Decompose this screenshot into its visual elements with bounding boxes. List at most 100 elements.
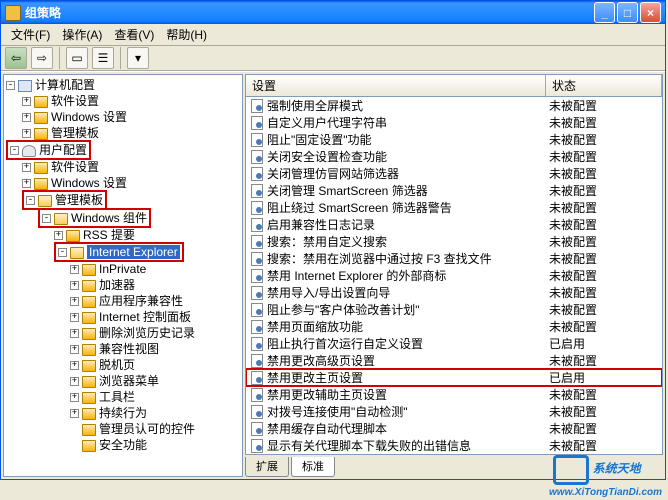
expand-icon[interactable]: +	[70, 281, 79, 290]
list-item[interactable]: 阻止绕过 SmartScreen 筛选器警告未被配置	[246, 199, 662, 216]
tree-node[interactable]: 工具栏	[99, 390, 135, 404]
folder-icon	[82, 408, 96, 420]
col-state[interactable]: 状态	[546, 75, 662, 96]
expand-icon[interactable]: +	[70, 329, 79, 338]
list-item[interactable]: 阻止参与"客户体验改善计划"未被配置	[246, 301, 662, 318]
expand-icon[interactable]: +	[22, 113, 31, 122]
list-item[interactable]: 关闭管理 SmartScreen 筛选器未被配置	[246, 182, 662, 199]
tree-node[interactable]: 计算机配置	[35, 78, 95, 92]
expand-icon[interactable]: +	[70, 377, 79, 386]
setting-name: 禁用更改主页设置	[267, 369, 549, 386]
tab-extended[interactable]: 扩展	[245, 457, 289, 477]
expand-icon[interactable]: +	[70, 313, 79, 322]
tree-node[interactable]: 删除浏览历史记录	[99, 326, 195, 340]
setting-state: 未被配置	[549, 437, 662, 454]
list-item[interactable]: 禁用页面缩放功能未被配置	[246, 318, 662, 335]
tree-node-user[interactable]: 用户配置	[39, 143, 87, 157]
list-item[interactable]: 禁用更改辅助主页设置未被配置	[246, 386, 662, 403]
policy-icon	[250, 269, 264, 283]
expand-icon[interactable]: +	[22, 97, 31, 106]
expand-icon[interactable]: +	[70, 393, 79, 402]
expand-icon[interactable]: +	[70, 297, 79, 306]
menu-file[interactable]: 文件(F)	[5, 24, 56, 45]
setting-state: 未被配置	[549, 318, 662, 335]
tree-node[interactable]: Windows 设置	[51, 176, 127, 190]
policy-icon	[250, 133, 264, 147]
expand-icon[interactable]: -	[26, 196, 35, 205]
setting-state: 未被配置	[549, 267, 662, 284]
expand-icon[interactable]: +	[70, 345, 79, 354]
tree-node[interactable]: RSS 提要	[83, 228, 135, 242]
list-item[interactable]: 禁用 Internet Explorer 的外部商标未被配置	[246, 267, 662, 284]
list-item[interactable]: 关闭安全设置检查功能未被配置	[246, 148, 662, 165]
expand-icon[interactable]: -	[58, 248, 67, 257]
list-item[interactable]: 启用兼容性日志记录未被配置	[246, 216, 662, 233]
expand-icon[interactable]: -	[6, 81, 15, 90]
expand-icon[interactable]: -	[42, 214, 51, 223]
minimize-button[interactable]: _	[594, 2, 615, 23]
list-item[interactable]: 自定义用户代理字符串未被配置	[246, 114, 662, 131]
menu-view[interactable]: 查看(V)	[108, 24, 160, 45]
filter-icon[interactable]: ▾	[127, 47, 149, 69]
expand-icon[interactable]: +	[22, 129, 31, 138]
tree-node-templates[interactable]: 管理模板	[55, 193, 103, 207]
setting-name: 禁用页面缩放功能	[267, 318, 549, 335]
list-item[interactable]: 禁用导入/导出设置向导未被配置	[246, 284, 662, 301]
tree-node[interactable]: 管理模板	[51, 126, 99, 140]
expand-icon[interactable]: +	[70, 265, 79, 274]
list-item[interactable]: 禁用缓存自动代理脚本未被配置	[246, 420, 662, 437]
tree-node[interactable]: Internet 控制面板	[99, 310, 191, 324]
close-button[interactable]: ×	[640, 2, 661, 23]
policy-icon	[250, 150, 264, 164]
expand-icon[interactable]: +	[22, 163, 31, 172]
tree-node[interactable]: 管理员认可的控件	[99, 422, 195, 436]
list-item[interactable]: 对拨号连接使用"自动检测"未被配置	[246, 403, 662, 420]
list-item[interactable]: 禁用更改高级页设置未被配置	[246, 352, 662, 369]
expand-icon[interactable]: +	[70, 361, 79, 370]
setting-name: 阻止参与"客户体验改善计划"	[267, 301, 549, 318]
separator	[59, 47, 60, 69]
tree-node[interactable]: 脱机页	[99, 358, 135, 372]
tree-node[interactable]: InPrivate	[99, 262, 146, 276]
list-item[interactable]: 阻止执行首次运行自定义设置已启用	[246, 335, 662, 352]
folder-icon	[34, 178, 48, 190]
tree-node[interactable]: Windows 设置	[51, 110, 127, 124]
tree-node-ie[interactable]: Internet Explorer	[87, 245, 180, 259]
expand-icon[interactable]: +	[22, 179, 31, 188]
list-item[interactable]: 关闭管理仿冒网站筛选器未被配置	[246, 165, 662, 182]
computer-icon	[18, 80, 32, 92]
tree-node[interactable]: 安全功能	[99, 438, 147, 452]
tree-node[interactable]: 持续行为	[99, 406, 147, 420]
setting-name: 阻止绕过 SmartScreen 筛选器警告	[267, 199, 549, 216]
tree-node[interactable]: 加速器	[99, 278, 135, 292]
list-item[interactable]: 强制使用全屏模式未被配置	[246, 97, 662, 114]
tree-node-windows[interactable]: Windows 组件	[71, 211, 147, 225]
folder-icon	[34, 96, 48, 108]
back-icon[interactable]: ⇦	[5, 47, 27, 69]
list-item[interactable]: 搜索：禁用在浏览器中通过按 F3 查找文件未被配置	[246, 250, 662, 267]
list-item[interactable]: 阻止"固定设置"功能未被配置	[246, 131, 662, 148]
list-item[interactable]: 显示有关代理脚本下载失败的出错信息未被配置	[246, 437, 662, 454]
settings-list[interactable]: 强制使用全屏模式未被配置自定义用户代理字符串未被配置阻止"固定设置"功能未被配置…	[245, 96, 663, 455]
tree-node[interactable]: 软件设置	[51, 94, 99, 108]
menu-help[interactable]: 帮助(H)	[160, 24, 213, 45]
menu-action[interactable]: 操作(A)	[56, 24, 108, 45]
maximize-button[interactable]: □	[617, 2, 638, 23]
expand-icon[interactable]: +	[54, 231, 63, 240]
toolbar: ⇦ ⇨ ▭ ☰ ▾	[1, 46, 665, 71]
expand-icon[interactable]: -	[10, 146, 19, 155]
properties-icon[interactable]: ☰	[92, 47, 114, 69]
expand-icon[interactable]: +	[70, 409, 79, 418]
tree-node[interactable]: 应用程序兼容性	[99, 294, 183, 308]
tree-node[interactable]: 兼容性视图	[99, 342, 159, 356]
tree-node[interactable]: 软件设置	[51, 160, 99, 174]
copy-icon[interactable]: ▭	[66, 47, 88, 69]
tree-node[interactable]: 浏览器菜单	[99, 374, 159, 388]
list-item[interactable]: 禁用更改主页设置已启用	[246, 369, 662, 386]
tree-pane[interactable]: - 计算机配置 + 软件设置 + Windows 设置 + 管理模板 - 用户配置 + 软件…	[3, 74, 243, 477]
forward-icon[interactable]: ⇨	[31, 47, 53, 69]
policy-icon	[250, 99, 264, 113]
col-setting[interactable]: 设置	[246, 75, 546, 96]
list-item[interactable]: 搜索：禁用自定义搜索未被配置	[246, 233, 662, 250]
tab-standard[interactable]: 标准	[291, 457, 335, 477]
